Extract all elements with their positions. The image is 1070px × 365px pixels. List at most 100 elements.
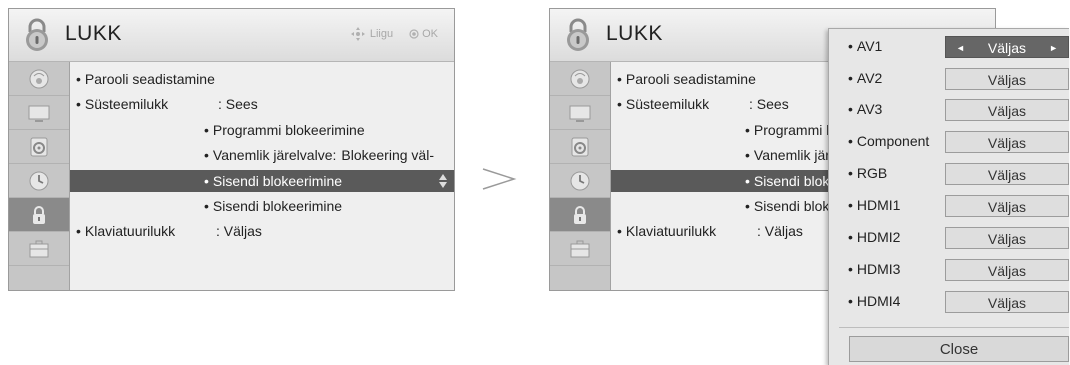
popup-row-value[interactable]: Väljas [945,163,1069,185]
popup-row-value[interactable]: Väljas [945,227,1069,249]
page-title: LUKK [606,22,663,45]
toolbox-icon [29,240,49,257]
menu-item-keyboard-lock[interactable]: Klaviatuurilukk [76,220,175,242]
popup-row-label: HDMI1 [848,197,901,213]
hint-ok-label: OK [422,28,438,40]
sidebar-item-lock[interactable] [550,198,610,232]
hint-move-label: Liigu [369,28,394,40]
popup-row-value: Väljas [987,40,1027,56]
popup-row-value[interactable]: Väljas [945,68,1069,90]
page-title: LUKK [65,22,122,45]
menu-item-keyboard-lock[interactable]: Klaviatuurilukk [617,220,716,242]
menu-item-label: Parooli seadistamine [625,71,756,87]
menu-item-input-block-selected[interactable]: Sisendi blokeerimine [70,170,454,192]
menu-item-label: Sisendi blokeerimine [212,198,343,214]
sidebar-item-options[interactable] [9,232,69,266]
menu-item-label: Programmi blokeerimine [212,122,365,138]
menu-item-program-block[interactable]: Programmi blokeerimine [204,119,365,141]
popup-row-label: AV1 [848,38,882,54]
popup-row-label: Component [848,133,929,149]
move-arrows-icon [350,26,366,42]
menu-item-system-lock[interactable]: Süsteemilukk [617,93,709,115]
popup-divider [839,327,1069,328]
close-button[interactable]: Close [849,336,1069,362]
menu-item-input-block[interactable]: Sisendi blokeerimine [204,195,342,217]
sidebar-item-picture[interactable] [550,96,610,130]
menu-item-program-block[interactable]: Programmi b [745,119,834,141]
arrow-left-icon[interactable]: ◄ [956,37,965,59]
popup-row-label: AV2 [848,70,882,86]
sidebar-item-audio[interactable] [550,130,610,164]
popup-row-hdmi1: HDMI1 Väljas [829,191,1069,222]
popup-row-av3: AV3 Väljas [829,95,1069,126]
monitor-icon [28,105,50,122]
system-lock-value: : Sees [749,96,789,112]
menu-item-label: Sisendi blokeerimine [204,173,342,189]
popup-row-component: Component Väljas [829,127,1069,158]
sidebar-item-channels[interactable] [550,62,610,96]
padlock-icon [567,18,589,51]
ok-button-icon [409,29,419,39]
menu-item-password[interactable]: Parooli seadistamine [76,68,215,90]
sidebar-item-time[interactable] [550,164,610,198]
menu-item-label: Vanemlik järelvalve: [212,147,337,163]
speaker-icon [30,137,48,156]
menu-item-label: Süsteemilukk [84,96,169,112]
category-sidebar [550,62,611,290]
menu-header: LUKK Liigu OK [9,9,454,62]
popup-row-label: RGB [848,165,887,181]
satellite-dish-icon [570,69,590,88]
popup-row-value[interactable]: Väljas [945,259,1069,281]
lock-icon [33,205,45,224]
popup-row-av1: AV1 ◄ Väljas ► [829,32,1069,63]
arrow-right-icon[interactable]: ► [1049,37,1058,59]
system-lock-value: : Sees [218,96,258,112]
menu-item-label: Parooli seadistamine [84,71,215,87]
popup-row-hdmi3: HDMI3 Väljas [829,255,1069,286]
input-block-popup: AV1 ◄ Väljas ► AV2 Väljas AV3 Väljas Com… [828,28,1069,365]
toolbox-icon [570,240,590,257]
keyboard-lock-value: : Väljas [757,223,803,239]
popup-row-hdmi4: HDMI4 Väljas [829,287,1069,318]
menu-item-label: Programmi b [753,122,835,138]
menu-item-label: Klaviatuurilukk [84,223,176,239]
clock-icon [29,171,49,190]
sidebar-item-picture[interactable] [9,96,69,130]
monitor-icon [569,105,591,122]
clock-icon [570,171,590,190]
sidebar-item-audio[interactable] [9,130,69,164]
popup-row-value[interactable]: Väljas [945,291,1069,313]
sidebar-item-lock[interactable] [9,198,69,232]
menu-item-parental[interactable]: Vanemlik järelvalve:Blokeering väl- [204,144,434,166]
popup-row-label: AV3 [848,101,882,117]
menu-item-password[interactable]: Parooli seadistamine [617,68,756,90]
menu-item-label: Vanemlik jär [753,147,830,163]
popup-row-value-selector[interactable]: ◄ Väljas ► [945,36,1069,58]
sidebar-item-time[interactable] [9,164,69,198]
popup-row-value[interactable]: Väljas [945,195,1069,217]
keyboard-lock-value: : Väljas [216,223,262,239]
padlock-icon [26,18,48,51]
nav-hint: Liigu OK [350,26,438,42]
parental-value: Blokeering väl- [341,147,434,163]
up-down-arrow-icon [439,174,447,188]
sidebar-item-channels[interactable] [9,62,69,96]
menu-item-label: Klaviatuurilukk [625,223,717,239]
satellite-dish-icon [29,69,49,88]
chevron-right-icon [482,168,517,190]
lock-menu-screen: LUKK Liigu OK Parooli seadistamin [8,8,455,291]
category-sidebar [9,62,70,290]
lock-icon [574,205,586,224]
popup-row-value[interactable]: Väljas [945,99,1069,121]
popup-row-label: HDMI2 [848,229,901,245]
speaker-icon [571,137,589,156]
sidebar-item-options[interactable] [550,232,610,266]
popup-row-value[interactable]: Väljas [945,131,1069,153]
popup-row-hdmi2: HDMI2 Väljas [829,223,1069,254]
menu-item-label: Süsteemilukk [625,96,710,112]
menu-item-system-lock[interactable]: Süsteemilukk [76,93,168,115]
menu-item-parental[interactable]: Vanemlik jär [745,144,830,166]
lock-menu-list: Parooli seadistamine Süsteemilukk : Sees… [70,62,454,290]
popup-row-av2: AV2 Väljas [829,64,1069,95]
popup-row-label: HDMI4 [848,293,901,309]
